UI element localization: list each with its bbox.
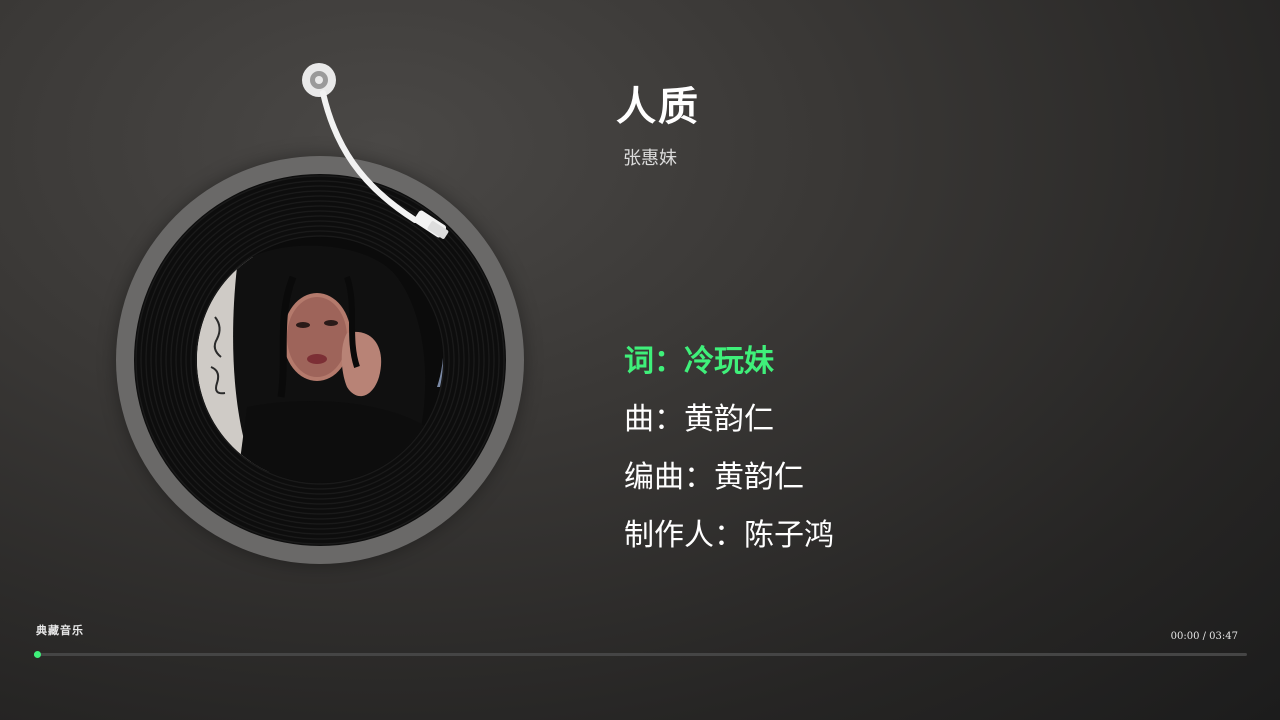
album-cover [197, 237, 443, 483]
time-display: 00:00 / 03:47 [1170, 631, 1238, 642]
progress-handle[interactable] [34, 651, 42, 658]
lyrics-panel: 词：冷玩妹 曲：黄韵仁 编曲：黄韵仁 制作人：陈子鸿 [624, 336, 834, 568]
progress-bar[interactable] [34, 651, 1247, 658]
lyric-line: 曲：黄韵仁 [624, 402, 774, 437]
song-artist: 张惠妹 [623, 148, 677, 169]
lyric-line: 编曲：黄韵仁 [624, 460, 804, 495]
lyric-line-current: 词：冷玩妹 [624, 344, 774, 379]
song-title: 人质 [616, 84, 700, 130]
tonearm [302, 63, 449, 239]
brand-logo: 典藏音乐 [36, 624, 84, 637]
lyric-line: 制作人：陈子鸿 [624, 518, 834, 553]
